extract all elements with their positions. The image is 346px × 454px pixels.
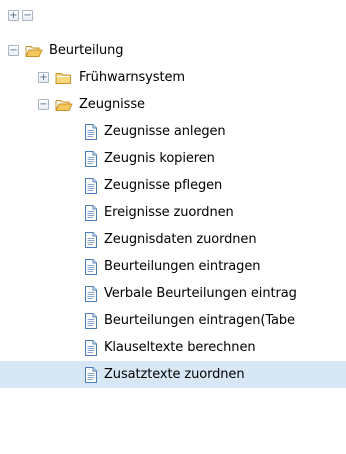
document-icon: [84, 150, 98, 167]
document-icon: [84, 177, 98, 194]
tree-leaf-label: Klauseltexte berechnen: [104, 340, 256, 355]
tree-node-label: Frühwarnsystem: [79, 70, 185, 85]
document-icon: [84, 366, 98, 383]
expand-toggle[interactable]: +: [38, 72, 49, 83]
tree-leaf-item[interactable]: Verbale Beurteilungen eintrag: [0, 280, 346, 307]
document-icon: [84, 285, 98, 302]
document-icon: [84, 231, 98, 248]
tree-leaf-item[interactable]: Klauseltexte berechnen: [0, 334, 346, 361]
document-icon: [84, 204, 98, 221]
tree-leaf-label: Beurteilungen eintragen(Tabe: [104, 313, 295, 328]
tree-node-label: Zeugnisse: [79, 97, 145, 112]
tree-leaf-item[interactable]: Zeugnis kopieren: [0, 145, 346, 172]
folder-open-icon: [55, 98, 73, 112]
collapse-all-button[interactable]: −: [22, 10, 33, 21]
tree-leaf-item[interactable]: Beurteilungen eintragen(Tabe: [0, 307, 346, 334]
expand-all-button[interactable]: +: [8, 10, 19, 21]
tree-leaf-label: Verbale Beurteilungen eintrag: [104, 286, 297, 301]
tree-leaf-label: Zusatztexte zuordnen: [104, 367, 245, 382]
document-icon: [84, 123, 98, 140]
tree-node-beurteilung[interactable]: − Beurteilung: [0, 37, 346, 64]
collapse-toggle[interactable]: −: [38, 99, 49, 110]
tree-toolbar: + −: [8, 10, 33, 21]
tree-leaf-item[interactable]: Zusatztexte zuordnen: [0, 361, 346, 388]
tree-leaf-label: Zeugnisse anlegen: [104, 124, 226, 139]
tree-leaf-item[interactable]: Zeugnisse pflegen: [0, 172, 346, 199]
document-icon: [84, 312, 98, 329]
tree-leaf-label: Ereignisse zuordnen: [104, 205, 234, 220]
tree-leaf-item[interactable]: Ereignisse zuordnen: [0, 199, 346, 226]
tree-node-fruehwarnsystem[interactable]: + Frühwarnsystem: [0, 64, 346, 91]
tree-node-label: Beurteilung: [49, 43, 124, 58]
tree-leaf-label: Beurteilungen eintragen: [104, 259, 261, 274]
tree-leaf-label: Zeugnis kopieren: [104, 151, 215, 166]
folder-open-icon: [25, 44, 43, 58]
tree-leaf-item[interactable]: Zeugnisse anlegen: [0, 118, 346, 145]
collapse-toggle[interactable]: −: [8, 45, 19, 56]
tree-node-zeugnisse[interactable]: − Zeugnisse: [0, 91, 346, 118]
tree-leaf-item[interactable]: Beurteilungen eintragen: [0, 253, 346, 280]
folder-closed-icon: [55, 71, 73, 85]
tree-leaf-label: Zeugnisdaten zuordnen: [104, 232, 257, 247]
tree-leaf-label: Zeugnisse pflegen: [104, 178, 223, 193]
tree-leaf-item[interactable]: Zeugnisdaten zuordnen: [0, 226, 346, 253]
document-icon: [84, 339, 98, 356]
document-icon: [84, 258, 98, 275]
